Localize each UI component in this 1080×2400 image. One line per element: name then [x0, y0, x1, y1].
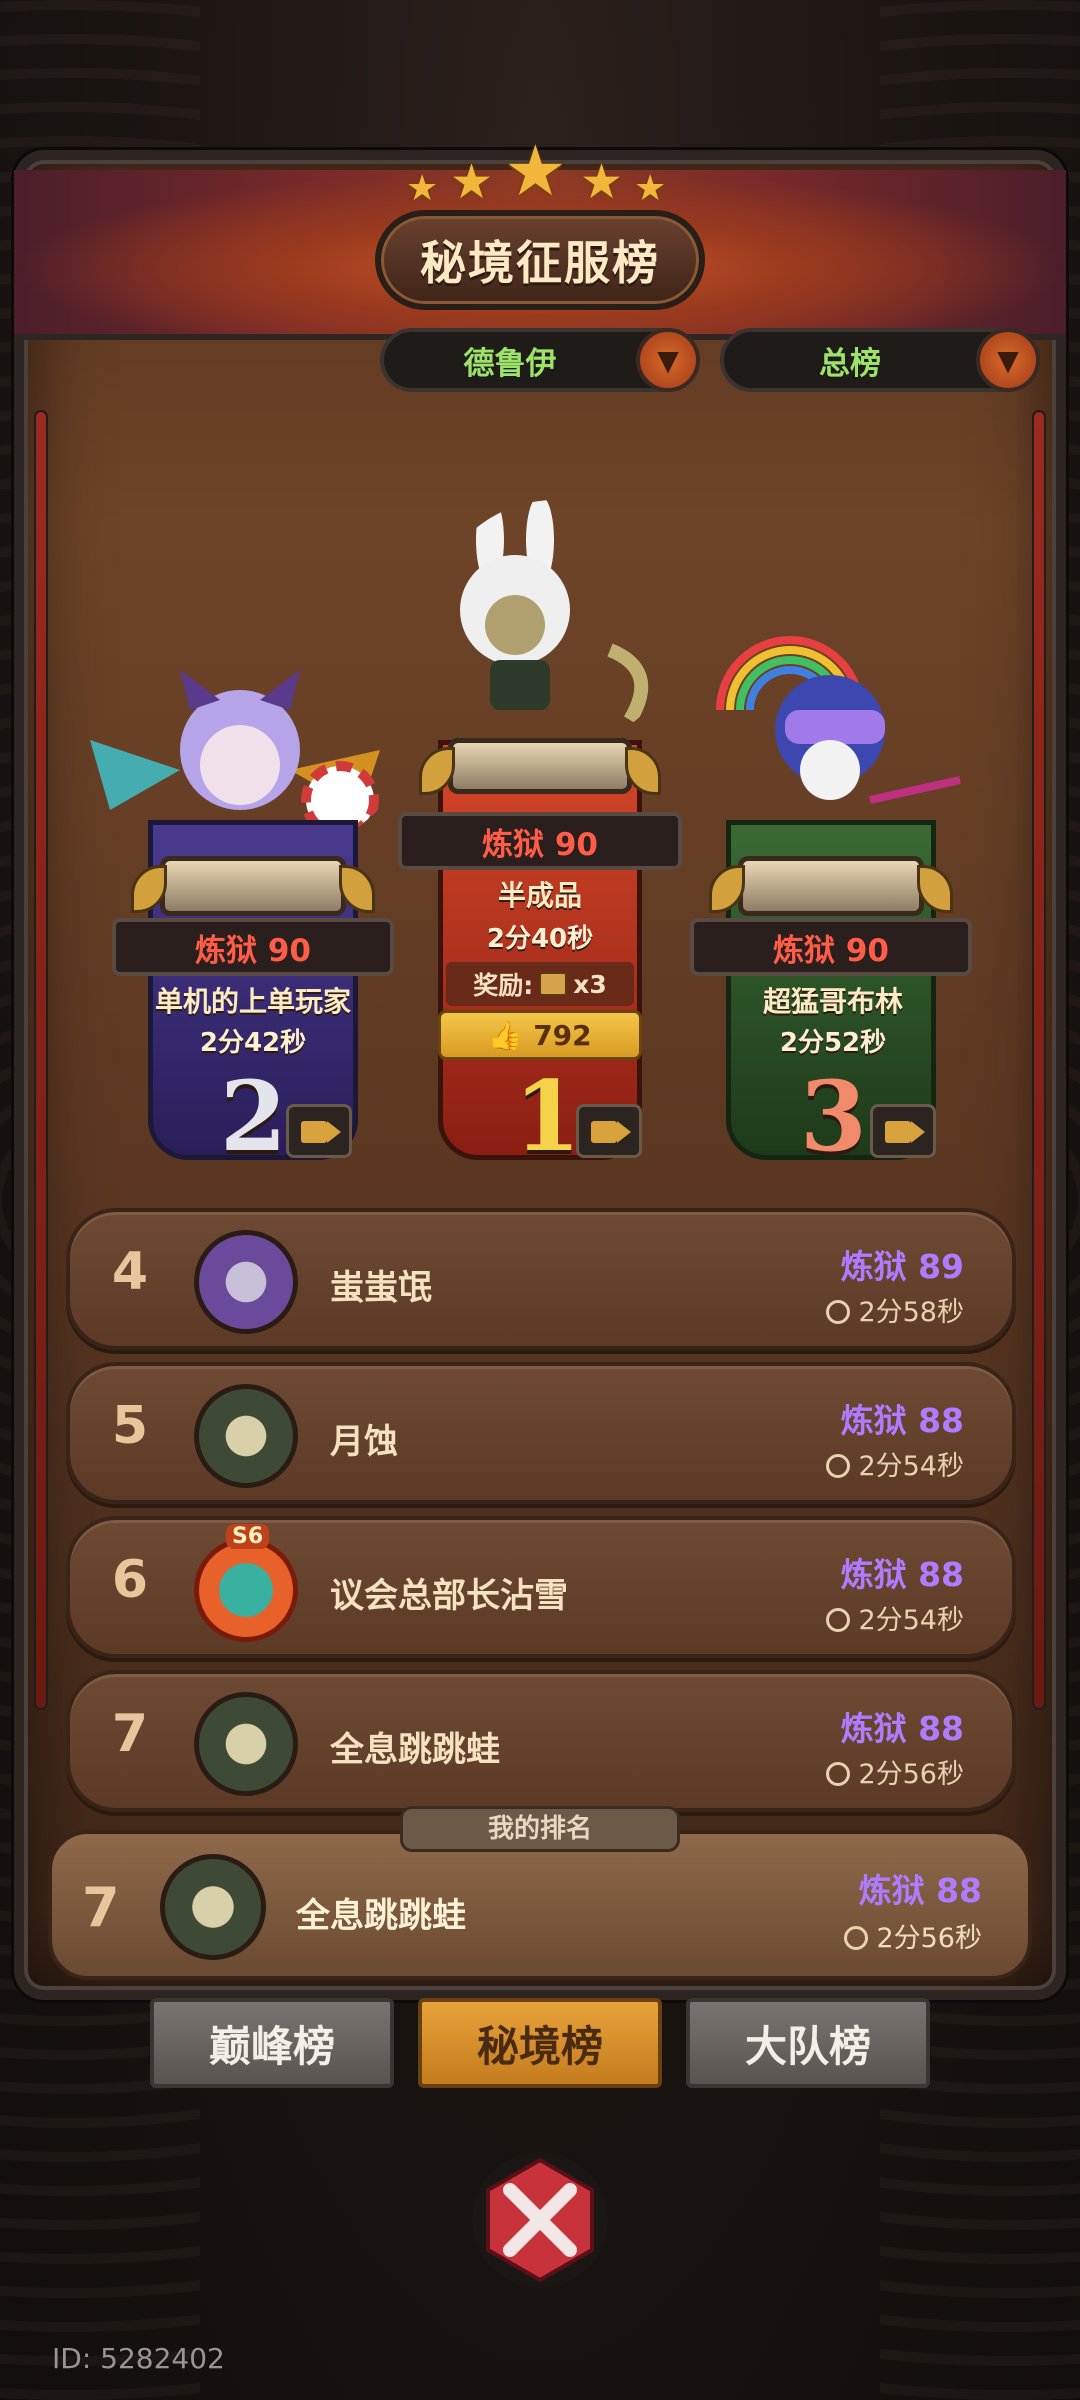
- player-avatar-first: [460, 500, 649, 724]
- rank-number-third: 3: [800, 1060, 867, 1173]
- my-rank-label: 我的排名: [400, 1806, 680, 1852]
- avatar: [160, 1854, 266, 1960]
- my-rank-row[interactable]: 7 全息跳跳蛙 炼狱 88 2分56秒: [48, 1830, 1032, 1980]
- scope-filter-dropdown[interactable]: 总榜 ▼: [720, 328, 1040, 392]
- chevron-down-icon[interactable]: ▼: [636, 328, 700, 392]
- my-time-value: 2分56秒: [876, 1923, 982, 1954]
- my-time: 2分56秒: [844, 1916, 982, 1955]
- page-title-plate: 秘境征服榜: [375, 210, 705, 310]
- player-name-second: 单机的上单玩家: [154, 985, 351, 1018]
- star-icon: ★: [634, 168, 667, 209]
- video-camera-icon[interactable]: [576, 1104, 642, 1158]
- table-row[interactable]: 5 月蚀 炼狱 88 2分54秒: [66, 1362, 1016, 1504]
- frame-rail-left: [34, 410, 48, 1710]
- reward-row: 奖励: x3: [446, 962, 634, 1006]
- row-level: 炼狱 88: [840, 1401, 964, 1440]
- table-row[interactable]: 4 蚩蚩氓 炼狱 89 2分58秒: [66, 1208, 1016, 1350]
- scope-filter-label: 总榜: [819, 345, 881, 382]
- star-icon: ★: [450, 154, 494, 210]
- row-time: 2分58秒: [826, 1290, 964, 1329]
- row-time: 2分54秒: [826, 1598, 964, 1637]
- avatar: [194, 1692, 298, 1796]
- rank-number-second: 2: [220, 1060, 287, 1173]
- table-row[interactable]: 6 S6 议会总部长沾雪 炼狱 88 2分54秒: [66, 1516, 1016, 1658]
- player-name-first: 半成品: [497, 879, 582, 912]
- row-player-name: 全息跳跳蛙: [330, 1730, 500, 1770]
- class-filter-dropdown[interactable]: 德鲁伊 ▼: [380, 328, 700, 392]
- row-player-name: 蚩蚩氓: [330, 1268, 432, 1308]
- thumbs-up-icon: 👍: [488, 1018, 524, 1052]
- level-tag-second: 炼狱 90: [112, 918, 394, 976]
- page-title: 秘境征服榜: [420, 236, 660, 290]
- row-level: 炼狱 88: [840, 1555, 964, 1594]
- row-player-name: 议会总部长沾雪: [330, 1576, 568, 1616]
- close-x-icon[interactable]: [470, 2150, 610, 2290]
- row-time-value: 2分58秒: [858, 1297, 964, 1328]
- like-count: 792: [533, 1018, 592, 1052]
- pedestal-third: [709, 856, 953, 916]
- avatar: [194, 1384, 298, 1488]
- tab-peak[interactable]: 巅峰榜: [150, 1998, 394, 2088]
- avatar: [194, 1538, 298, 1642]
- player-name-third: 超猛哥布林: [762, 985, 903, 1018]
- row-time-value: 2分54秒: [858, 1451, 964, 1482]
- star-icon: ★: [504, 130, 567, 212]
- reward-count: x3: [573, 969, 607, 999]
- row-rank: 6: [111, 1550, 149, 1610]
- level-tag-first: 炼狱 90: [398, 812, 682, 870]
- row-player-name: 月蚀: [330, 1422, 398, 1462]
- pedestal-second: [131, 856, 375, 916]
- reward-label: 奖励:: [473, 971, 534, 1000]
- row-time-value: 2分56秒: [858, 1759, 964, 1790]
- row-time-value: 2分54秒: [858, 1605, 964, 1636]
- clock-icon: [826, 1300, 851, 1324]
- star-icon: ★: [406, 168, 439, 209]
- clock-icon: [826, 1762, 851, 1786]
- row-level: 炼狱 88: [840, 1709, 964, 1748]
- video-camera-icon[interactable]: [286, 1104, 352, 1158]
- clock-icon: [826, 1608, 851, 1632]
- my-level: 炼狱 88: [858, 1871, 982, 1910]
- rank-number-first: 1: [514, 1060, 581, 1173]
- like-button[interactable]: 👍 792: [438, 1010, 642, 1060]
- avatar: [194, 1230, 298, 1334]
- my-player-name: 全息跳跳蛙: [296, 1896, 466, 1936]
- class-filter-label: 德鲁伊: [463, 345, 557, 382]
- row-time: 2分56秒: [826, 1752, 964, 1791]
- row-rank: 7: [111, 1704, 149, 1764]
- clear-time-first: 2分40秒: [486, 924, 594, 954]
- clear-time-third: 2分52秒: [779, 1028, 887, 1058]
- user-id: ID: 5282402: [52, 2342, 225, 2375]
- chest-icon: [539, 972, 568, 996]
- level-tag-third: 炼狱 90: [690, 918, 972, 976]
- season-badge: S6: [226, 1524, 270, 1549]
- row-time: 2分54秒: [826, 1444, 964, 1483]
- clock-icon: [844, 1926, 869, 1950]
- pedestal-first: [419, 738, 661, 795]
- clock-icon: [826, 1454, 851, 1478]
- row-rank: 4: [111, 1242, 149, 1302]
- video-camera-icon[interactable]: [870, 1104, 936, 1158]
- row-rank: 5: [111, 1396, 149, 1456]
- my-rank-number: 7: [82, 1876, 120, 1939]
- chevron-down-icon[interactable]: ▼: [976, 328, 1040, 392]
- tab-secret-realm[interactable]: 秘境榜: [418, 1998, 662, 2088]
- frame-rail-right: [1032, 410, 1046, 1710]
- tab-squad[interactable]: 大队榜: [686, 1998, 930, 2088]
- row-level: 炼狱 89: [840, 1247, 964, 1286]
- player-avatar-third: [716, 636, 961, 804]
- rating-stars: ★ ★ ★ ★ ★: [400, 130, 680, 212]
- star-icon: ★: [580, 154, 624, 210]
- table-row[interactable]: 7 全息跳跳蛙 炼狱 88 2分56秒: [66, 1670, 1016, 1812]
- clear-time-second: 2分42秒: [199, 1028, 307, 1058]
